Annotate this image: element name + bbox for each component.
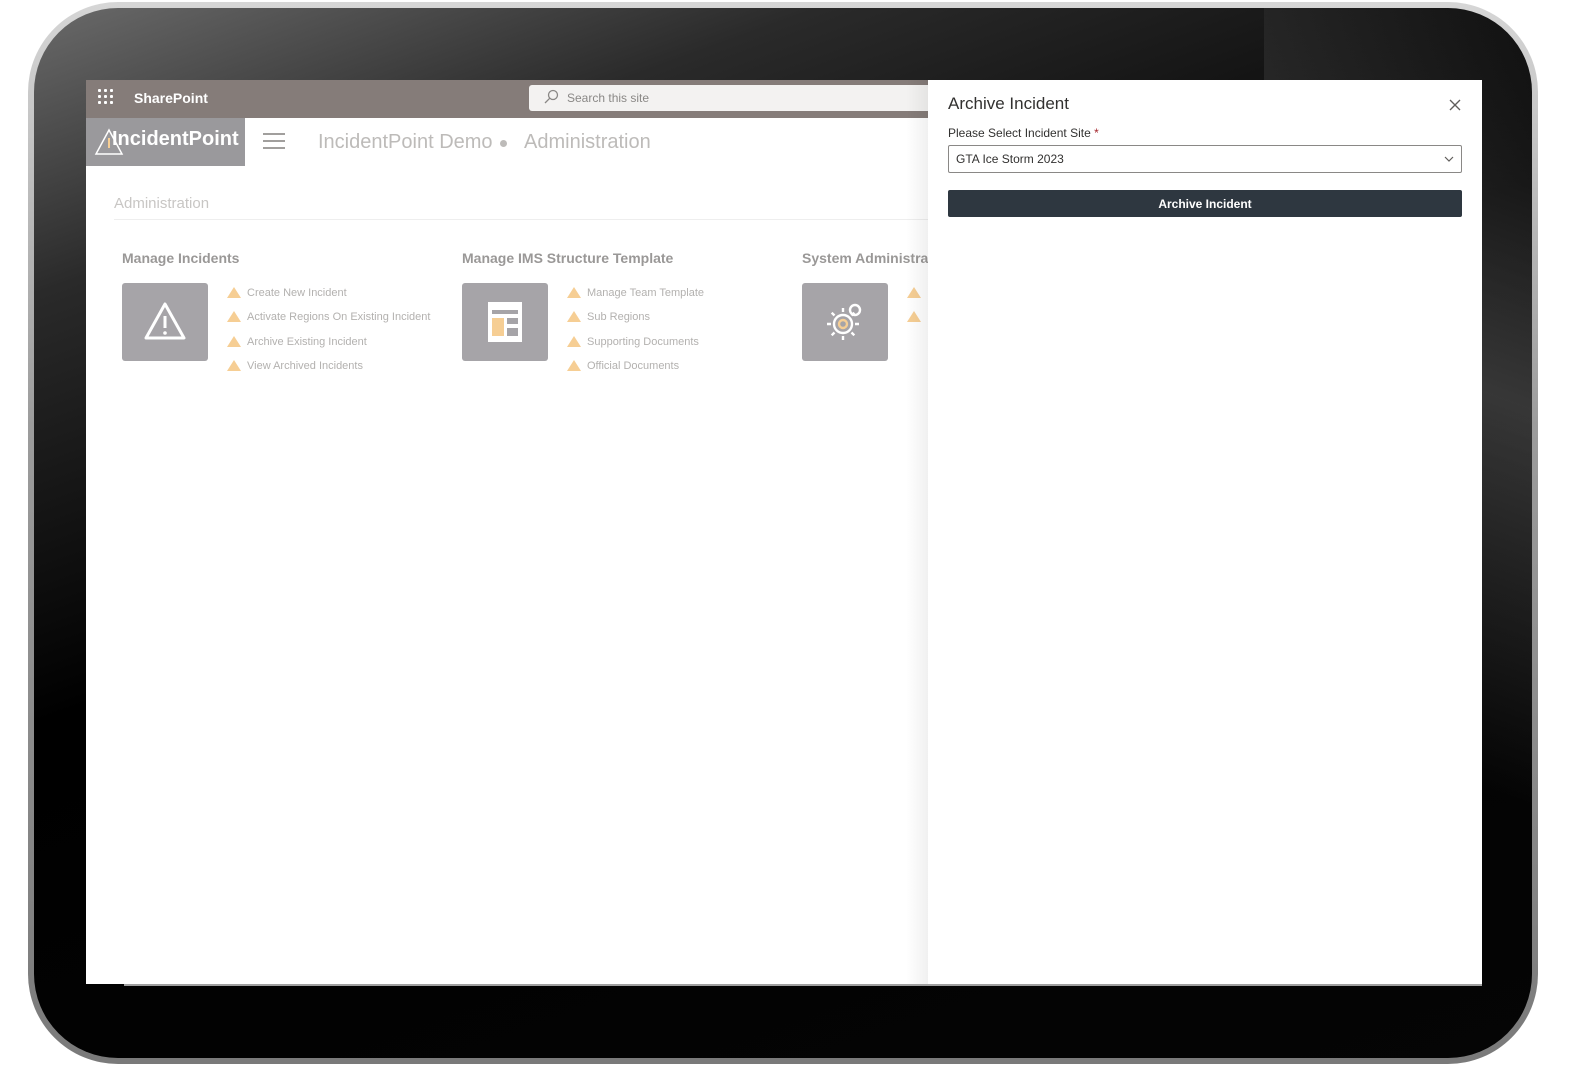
site-logo[interactable]: IncidentPoint: [86, 118, 245, 166]
search-box[interactable]: Search this site: [529, 85, 949, 111]
close-icon[interactable]: [1448, 98, 1462, 112]
template-tile[interactable]: [462, 283, 548, 361]
breadcrumb-separator: [500, 140, 507, 147]
section-title: Manage IMS Structure Template: [462, 250, 674, 266]
incident-site-dropdown[interactable]: GTA Ice Storm 2023: [948, 145, 1462, 173]
gear-tile[interactable]: [802, 283, 888, 361]
search-icon: [544, 89, 559, 104]
warning-icon: [144, 302, 186, 340]
section-manage-ims-template: Manage IMS Structure Template Manage Tea…: [462, 250, 704, 372]
warning-tile[interactable]: [122, 283, 208, 361]
incident-site-label: Please Select Incident Site *: [948, 126, 1099, 140]
template-icon: [488, 302, 522, 342]
app-launcher-icon[interactable]: [98, 89, 114, 105]
section-manage-incidents: Manage Incidents Create New Incident Act…: [122, 250, 430, 372]
field-label-text: Please Select Incident Site: [948, 126, 1091, 140]
link-text: View Archived Incidents: [247, 359, 363, 372]
chevron-down-icon: [1444, 156, 1454, 162]
link-text: Sub Regions: [587, 311, 650, 324]
breadcrumb-page: Administration: [524, 131, 651, 153]
search-placeholder: Search this site: [567, 91, 650, 105]
bullet-triangle-icon: [567, 311, 581, 323]
link-text: Create New Incident: [247, 287, 347, 299]
link-text: Supporting Documents: [587, 335, 699, 348]
link-text: Activate Regions On Existing Incident: [247, 311, 431, 324]
breadcrumb-site[interactable]: IncidentPoint Demo: [318, 131, 493, 154]
bullet-triangle-icon: [227, 311, 241, 323]
section-title: Manage Incidents: [122, 250, 240, 266]
panel-title: Archive Incident: [948, 94, 1069, 113]
logo-text: IncidentPoint: [112, 128, 239, 150]
gear-icon: [827, 303, 862, 340]
menu-icon[interactable]: [263, 133, 285, 151]
dropdown-selected-value: GTA Ice Storm 2023: [956, 152, 1064, 166]
bullet-triangle-icon: [227, 359, 241, 371]
divider: [114, 219, 984, 220]
link-text: Official Documents: [587, 359, 680, 372]
app-name[interactable]: SharePoint: [134, 90, 208, 106]
bullet-triangle-icon: [227, 335, 241, 347]
bullet-triangle-icon: [567, 359, 581, 371]
archive-incident-panel: Archive Incident Please Select Incident …: [928, 80, 1482, 984]
bullet-triangle-icon: [227, 287, 241, 298]
link-text: Manage Team Template: [587, 287, 704, 299]
page-title: Administration: [114, 195, 210, 212]
panel-shadow: [906, 80, 928, 984]
archive-incident-button[interactable]: Archive Incident: [948, 190, 1462, 217]
screen-bottom-edge: [124, 984, 1482, 986]
bullet-triangle-icon: [567, 287, 581, 298]
screen: SharePoint Search this site IncidentPoin…: [86, 80, 1482, 984]
bullet-triangle-icon: [567, 335, 581, 347]
required-marker: *: [1094, 126, 1099, 140]
link-text: Archive Existing Incident: [247, 335, 367, 348]
